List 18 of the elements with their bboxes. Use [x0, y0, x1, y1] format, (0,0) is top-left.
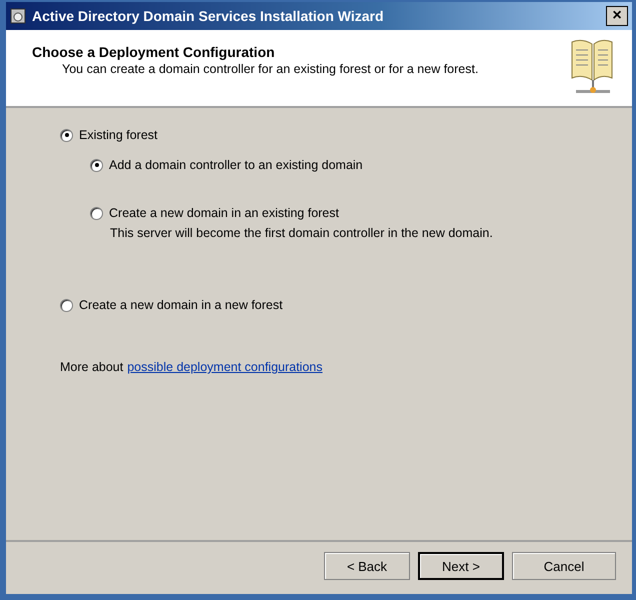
- radio-button[interactable]: [60, 298, 73, 312]
- radio-button[interactable]: [90, 206, 103, 220]
- option-label[interactable]: Existing forest: [79, 128, 158, 142]
- page-title: Choose a Deployment Configuration: [32, 44, 276, 60]
- close-button[interactable]: ×: [606, 6, 628, 26]
- option-label[interactable]: Create a new domain in an existing forest: [109, 206, 339, 220]
- option-description: This server will become the first domain controller in the new domain.: [110, 226, 494, 240]
- next-button[interactable]: Next >: [418, 552, 504, 580]
- window-title: Active Directory Domain Services Installation Wizard: [32, 8, 385, 24]
- deployment-configurations-link[interactable]: possible deployment configurations: [127, 360, 322, 374]
- option-label[interactable]: Add a domain controller to an existing domain: [109, 158, 363, 172]
- radio-button[interactable]: [90, 158, 103, 172]
- radio-button[interactable]: [60, 128, 73, 142]
- cancel-button[interactable]: Cancel: [512, 552, 616, 580]
- back-button[interactable]: < Back: [324, 552, 410, 580]
- page-subtitle: You can create a domain controller for an existing forest or for a new forest.: [61, 61, 480, 76]
- more-about-text: More about: [60, 360, 124, 374]
- option-label[interactable]: Create a new domain in a new forest: [79, 298, 283, 312]
